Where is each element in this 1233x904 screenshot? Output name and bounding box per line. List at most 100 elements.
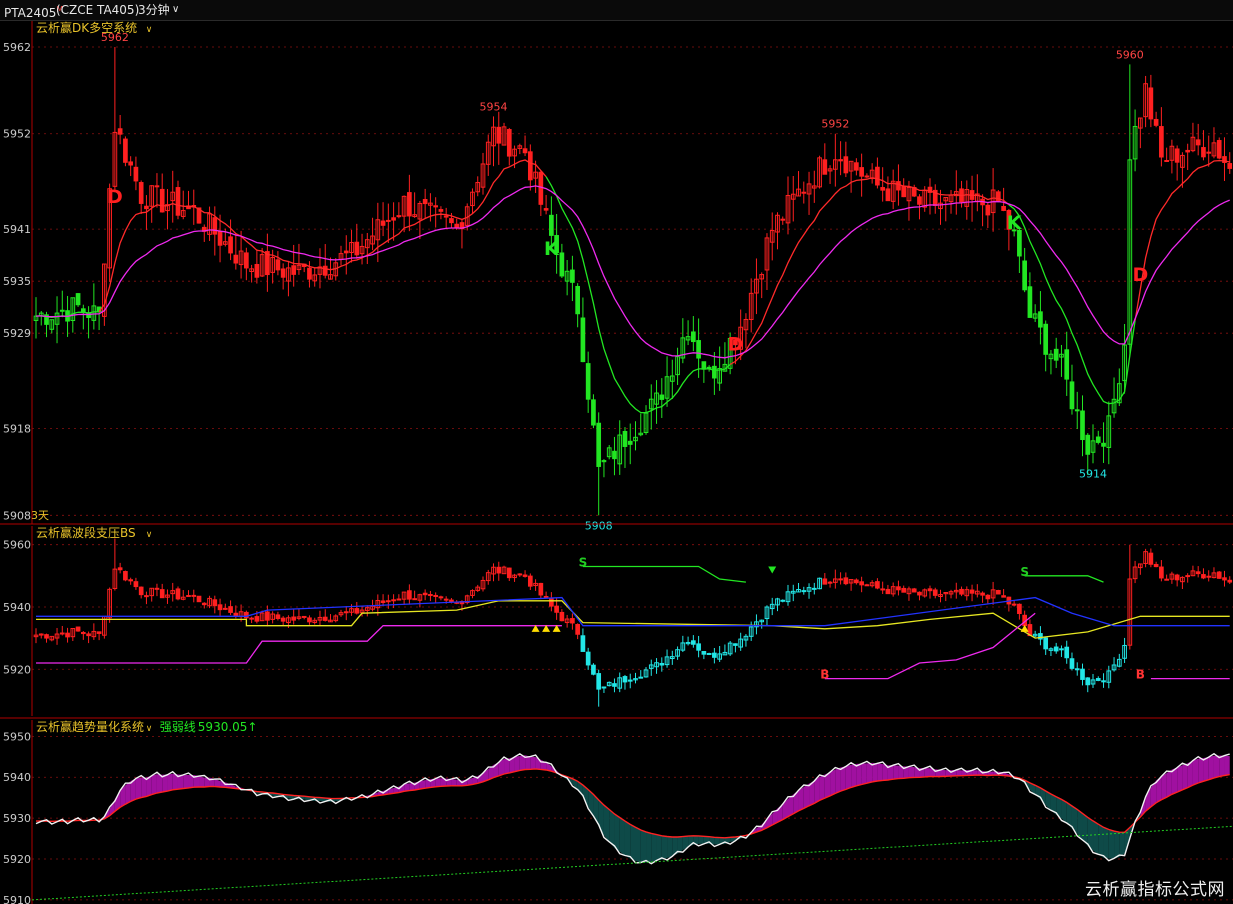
chart-area[interactable]: 5908591859295935594159525962云析赢DK多空系统 ∨59… xyxy=(0,21,1233,904)
candle xyxy=(843,156,849,174)
bs-candle xyxy=(228,606,233,613)
bs-candle xyxy=(438,596,444,599)
bs-candle xyxy=(65,632,70,638)
candle xyxy=(275,259,281,271)
bs-candle xyxy=(1153,563,1159,568)
bs-candle xyxy=(1085,677,1091,686)
trend-fill xyxy=(630,824,636,861)
candle xyxy=(854,162,859,171)
bs-candle xyxy=(86,633,91,637)
peak-label: 5908 xyxy=(585,519,613,532)
bs-candle xyxy=(244,611,249,619)
bs-candle xyxy=(885,588,891,595)
trend-fill xyxy=(893,765,899,780)
candle xyxy=(1185,149,1191,153)
bs-candle xyxy=(591,664,596,675)
y-tick-label: 5920 xyxy=(3,853,31,866)
bs-candle xyxy=(517,573,523,576)
candle xyxy=(549,214,554,236)
candle xyxy=(1195,139,1201,146)
candle xyxy=(123,138,128,163)
bs-candle xyxy=(75,626,81,632)
candle xyxy=(438,209,444,212)
bs-candle xyxy=(696,643,701,651)
bs-candle xyxy=(196,595,202,603)
peak-label: 5952 xyxy=(821,118,849,131)
trend-fill xyxy=(199,776,205,787)
candle xyxy=(591,399,596,426)
bs-candle xyxy=(733,643,738,646)
indicator-value: 5930.05↑ xyxy=(198,720,258,734)
candle xyxy=(1159,126,1164,158)
signal-label: D xyxy=(1132,264,1148,286)
bs-candle xyxy=(1206,575,1212,578)
candle xyxy=(1216,140,1222,159)
trend-fill xyxy=(1103,827,1109,859)
candle xyxy=(154,185,160,188)
trend-fill xyxy=(530,756,536,770)
bs-candle xyxy=(712,652,717,658)
exchange-code: (CZCE TA405) xyxy=(56,3,140,17)
y-tick-label: 5910 xyxy=(3,894,31,904)
trend-fill xyxy=(514,755,520,772)
candle xyxy=(575,285,580,315)
candle xyxy=(627,440,633,445)
warning-triangle-icon xyxy=(1020,624,1029,632)
chevron-down-icon[interactable]: ∨ xyxy=(172,0,179,20)
period-selector[interactable]: 3分钟 xyxy=(138,0,170,20)
trend-fill xyxy=(183,774,189,789)
bs-candle xyxy=(144,595,149,598)
candle xyxy=(496,126,502,144)
bs-candle xyxy=(159,589,165,599)
trend-fill xyxy=(861,763,867,785)
bs-candle xyxy=(638,676,644,679)
period-days-label: 3天 xyxy=(31,509,49,522)
trend-fill xyxy=(1208,755,1214,780)
main-panel: 5908591859295935594159525962云析赢DK多空系统 ∨59… xyxy=(3,21,1233,532)
bs-candle xyxy=(1148,552,1154,565)
bs-candle xyxy=(191,594,197,597)
candle xyxy=(128,161,133,166)
bs-candle xyxy=(407,590,412,600)
candle xyxy=(522,148,528,154)
bs-candle xyxy=(1095,678,1101,681)
candle xyxy=(1001,205,1006,211)
signal-label: D xyxy=(107,186,123,208)
bs-candle xyxy=(601,686,607,689)
candle xyxy=(454,223,460,229)
candle xyxy=(896,181,901,191)
trend-fill xyxy=(1177,765,1183,793)
bs-candle xyxy=(911,588,917,593)
bs-candle xyxy=(901,587,907,593)
candle xyxy=(1164,159,1169,162)
y-tick-label: 5935 xyxy=(3,275,31,288)
y-tick-label: 5950 xyxy=(3,730,31,743)
trend-fill xyxy=(167,773,173,792)
bs-candle xyxy=(280,617,286,622)
candle xyxy=(559,252,565,277)
trend-fill xyxy=(646,831,652,863)
bs-candle xyxy=(1185,575,1191,578)
candle xyxy=(343,250,349,254)
bs-candle xyxy=(538,582,544,596)
bs-candle xyxy=(1053,646,1059,652)
trend-fill xyxy=(156,774,163,793)
symbol-label[interactable]: PTA2405M xyxy=(4,0,63,23)
trend-fill xyxy=(1061,799,1067,823)
sell-arrow-icon xyxy=(768,566,777,574)
candle xyxy=(228,236,233,254)
peak-label: 5960 xyxy=(1116,48,1144,61)
candle xyxy=(1069,381,1075,410)
trend-fill xyxy=(667,836,673,858)
bs-candle xyxy=(133,581,139,588)
bs-candle xyxy=(1222,577,1227,581)
trend-fill xyxy=(798,787,804,811)
candle xyxy=(859,167,864,177)
trend-fill xyxy=(661,835,668,860)
bs-candle xyxy=(596,673,602,690)
candle xyxy=(880,187,886,191)
trend-fill xyxy=(1071,806,1078,834)
y-tick-label: 5908 xyxy=(3,509,31,522)
bs-label: B xyxy=(820,668,829,682)
bs-candle xyxy=(985,594,991,600)
